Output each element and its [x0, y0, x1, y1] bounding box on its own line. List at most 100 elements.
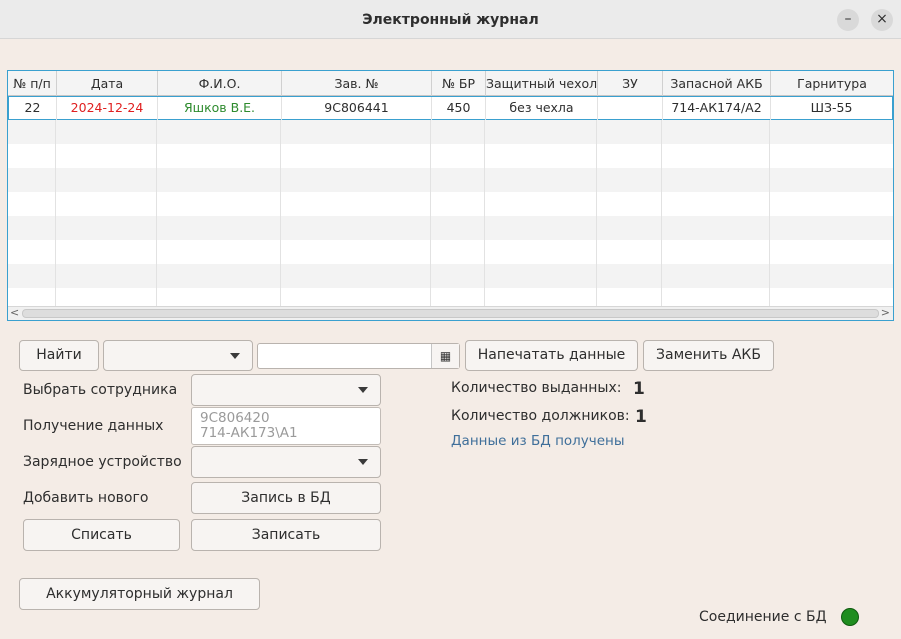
table-cell-empty	[431, 216, 485, 240]
journal-table[interactable]: № п/п Дата Ф.И.О. Зав. № № БР Защитный ч…	[7, 70, 894, 321]
close-button[interactable]: ×	[871, 9, 893, 31]
cell-name: Яшков В.Е.	[158, 97, 282, 121]
table-cell-empty	[8, 240, 56, 264]
table-cell-empty	[597, 168, 662, 192]
table-cell-empty	[597, 216, 662, 240]
table-cell-empty	[157, 264, 281, 288]
scroll-right-icon[interactable]: >	[881, 306, 890, 319]
charger-label: Зарядное устройство	[23, 454, 182, 470]
table-cell-empty	[662, 192, 770, 216]
received-data-field[interactable]: 9С806420 714-АК173\А1	[191, 407, 381, 445]
table-row-empty[interactable]	[8, 144, 893, 168]
table-cell-empty	[662, 144, 770, 168]
table-cell-empty	[56, 216, 157, 240]
db-status-text: Данные из БД получены	[451, 433, 625, 449]
cell-charger	[598, 97, 663, 121]
table-cell-empty	[770, 264, 891, 288]
scroll-left-icon[interactable]: <	[10, 306, 19, 319]
table-row-empty[interactable]	[8, 120, 893, 144]
table-cell-empty	[597, 264, 662, 288]
table-cell-empty	[770, 120, 891, 144]
received-line-1: 9С806420	[200, 410, 270, 426]
cell-case: без чехла	[486, 97, 598, 121]
battery-journal-button[interactable]: Аккумуляторный журнал	[19, 578, 260, 610]
table-cell-empty	[56, 144, 157, 168]
table-cell-empty	[597, 192, 662, 216]
minimize-button[interactable]: –	[837, 9, 859, 31]
column-header-radio[interactable]: № БР	[432, 71, 486, 96]
table-cell-empty	[770, 216, 891, 240]
table-cell-empty	[770, 144, 891, 168]
table-cell-empty	[485, 216, 597, 240]
table-cell-empty	[157, 120, 281, 144]
connection-status-indicator	[841, 608, 859, 626]
scrollbar-thumb[interactable]	[22, 309, 879, 318]
table-cell-empty	[662, 264, 770, 288]
cell-radio: 450	[432, 97, 486, 121]
table-cell-empty	[662, 240, 770, 264]
table-row-empty[interactable]	[8, 168, 893, 192]
table-cell-empty	[662, 168, 770, 192]
table-cell-empty	[56, 240, 157, 264]
calendar-icon[interactable]: ▦	[431, 344, 459, 368]
table-row-empty[interactable]	[8, 192, 893, 216]
find-button[interactable]: Найти	[19, 340, 99, 371]
table-cell-empty	[597, 144, 662, 168]
column-header-charger[interactable]: ЗУ	[598, 71, 663, 96]
table-cell-empty	[8, 216, 56, 240]
table-cell-empty	[485, 120, 597, 144]
print-data-button[interactable]: Напечатать данные	[465, 340, 638, 371]
chevron-down-icon	[358, 459, 368, 465]
select-employee-label: Выбрать сотрудника	[23, 382, 178, 398]
cell-spare-battery: 714-АК174/А2	[663, 97, 771, 121]
table-cell-empty	[56, 264, 157, 288]
table-cell-empty	[770, 240, 891, 264]
column-header-case[interactable]: Защитный чехол	[486, 71, 598, 96]
table-cell-empty	[431, 120, 485, 144]
table-row-empty[interactable]	[8, 264, 893, 288]
minimize-icon: –	[844, 11, 852, 27]
column-header-date[interactable]: Дата	[57, 71, 158, 96]
window-titlebar: Электронный журнал – ×	[0, 0, 901, 39]
table-cell-empty	[157, 240, 281, 264]
table-cell-empty	[281, 168, 431, 192]
table-cell-empty	[157, 168, 281, 192]
column-header-serial[interactable]: Зав. №	[282, 71, 432, 96]
search-field-combo[interactable]	[103, 340, 253, 371]
date-input[interactable]: ▦	[257, 343, 460, 369]
table-row[interactable]: 22 2024-12-24 Яшков В.Е. 9С806441 450 бе…	[8, 96, 893, 121]
table-cell-empty	[431, 192, 485, 216]
table-row-empty[interactable]	[8, 240, 893, 264]
table-header: № п/п Дата Ф.И.О. Зав. № № БР Защитный ч…	[8, 71, 893, 96]
debtors-count-label: Количество должников:	[451, 408, 630, 424]
replace-battery-button[interactable]: Заменить АКБ	[643, 340, 774, 371]
column-header-num[interactable]: № п/п	[8, 71, 57, 96]
table-row-empty[interactable]	[8, 216, 893, 240]
table-cell-empty	[597, 240, 662, 264]
charger-combo[interactable]	[191, 446, 381, 478]
table-cell-empty	[56, 192, 157, 216]
save-button[interactable]: Записать	[191, 519, 381, 551]
chevron-down-icon	[230, 352, 240, 359]
table-cell-empty	[431, 240, 485, 264]
table-cell-empty	[597, 120, 662, 144]
received-line-2: 714-АК173\А1	[200, 425, 298, 441]
table-cell-empty	[662, 216, 770, 240]
column-header-headset[interactable]: Гарнитура	[771, 71, 893, 96]
select-employee-combo[interactable]	[191, 374, 381, 406]
column-header-name[interactable]: Ф.И.О.	[158, 71, 282, 96]
write-off-button[interactable]: Списать	[23, 519, 180, 551]
cell-num: 22	[9, 97, 57, 121]
table-cell-empty	[431, 144, 485, 168]
table-cell-empty	[56, 120, 157, 144]
column-header-spare-battery[interactable]: Запасной АКБ	[663, 71, 771, 96]
write-to-db-button[interactable]: Запись в БД	[191, 482, 381, 514]
table-cell-empty	[281, 120, 431, 144]
horizontal-scrollbar[interactable]: < >	[8, 306, 893, 320]
table-cell-empty	[485, 168, 597, 192]
table-cell-empty	[431, 264, 485, 288]
table-cell-empty	[8, 264, 56, 288]
close-icon: ×	[876, 11, 888, 27]
table-cell-empty	[8, 120, 56, 144]
window-title: Электронный журнал	[362, 12, 539, 28]
